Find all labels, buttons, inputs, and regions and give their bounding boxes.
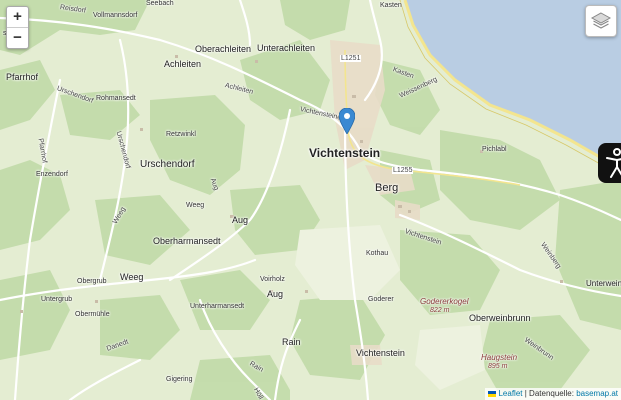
label-weeg-small: Weeg bbox=[186, 202, 205, 209]
label-obermuehle: Obermühle bbox=[75, 311, 110, 318]
accessibility-icon bbox=[606, 148, 621, 178]
attribution-bar: Leaflet | Datenquelle: basemap.at bbox=[485, 388, 621, 400]
leaflet-link[interactable]: Leaflet bbox=[498, 389, 522, 398]
label-unterweinbrunn: Unterwein bbox=[586, 279, 621, 288]
label-berg: Berg bbox=[375, 182, 399, 194]
label-aug1: Aug bbox=[232, 215, 249, 225]
accessibility-button[interactable] bbox=[598, 143, 621, 183]
label-aug2: Aug bbox=[267, 289, 284, 299]
label-vichtenstein: Vichtenstein bbox=[309, 146, 381, 160]
label-vichtenstein-south: Vichtenstein bbox=[356, 348, 405, 358]
label-seebach: Seebach bbox=[146, 0, 174, 7]
label-weeg: Weeg bbox=[120, 272, 144, 282]
label-peak-haugstein-elev: 895 m bbox=[488, 363, 508, 370]
map-marker[interactable] bbox=[338, 107, 356, 135]
ukraine-flag-icon bbox=[488, 390, 497, 397]
map-container[interactable]: Vichtenstein Berg Oberachleiten Unterach… bbox=[0, 0, 621, 400]
label-peak-godererkogel-elev: 822 m bbox=[430, 307, 450, 314]
map-marker-icon[interactable] bbox=[338, 107, 356, 135]
label-goderer: Goderer bbox=[368, 296, 394, 303]
label-vollmannsdorf: Vollmannsdorf bbox=[93, 12, 138, 19]
label-rain: Rain bbox=[282, 337, 301, 347]
label-road-l1251: L1251 bbox=[340, 55, 362, 62]
label-urschendorf: Urschendorf bbox=[140, 159, 195, 170]
zoom-in-button[interactable]: + bbox=[7, 7, 28, 27]
label-rohmansedt: Rohmansedt bbox=[96, 95, 136, 102]
label-oberachleiten: Oberachleiten bbox=[195, 44, 252, 54]
label-retzwinkl: Retzwinkl bbox=[166, 131, 196, 138]
layers-button[interactable] bbox=[585, 5, 617, 37]
attribution-separator: | Datenquelle: bbox=[522, 389, 577, 398]
label-unterachleiten: Unterachleiten bbox=[257, 43, 316, 53]
label-peak-godererkogel: Godererkogel bbox=[420, 297, 469, 306]
label-enzendorf: Enzendorf bbox=[36, 171, 68, 178]
zoom-control: + − bbox=[6, 6, 29, 49]
label-peak-haugstein: Haugstein bbox=[481, 353, 518, 362]
label-road-l1255: L1255 bbox=[392, 167, 414, 174]
layers-icon bbox=[590, 12, 612, 29]
label-gigering: Gigering bbox=[166, 376, 193, 383]
label-achleiten: Achleiten bbox=[164, 59, 202, 69]
label-kasten: Kasten bbox=[380, 2, 402, 9]
basemap-link[interactable]: basemap.at bbox=[576, 389, 618, 398]
label-unterharmansedt: Unterharmansedt bbox=[190, 303, 245, 310]
label-oberharmansedt: Oberharmansedt bbox=[153, 236, 221, 246]
label-kothau: Kothau bbox=[366, 250, 389, 257]
label-pichlabl: Pichlabl bbox=[482, 146, 507, 153]
label-oberweinbrunn: Oberweinbrunn bbox=[469, 313, 531, 323]
zoom-out-button[interactable]: − bbox=[7, 27, 28, 48]
label-voirholz: Voirholz bbox=[260, 276, 285, 283]
label-pfarrhof: Pfarrhof bbox=[6, 72, 39, 82]
label-untergrub: Untergrub bbox=[41, 296, 73, 303]
label-obergrub: Obergrub bbox=[77, 278, 107, 285]
